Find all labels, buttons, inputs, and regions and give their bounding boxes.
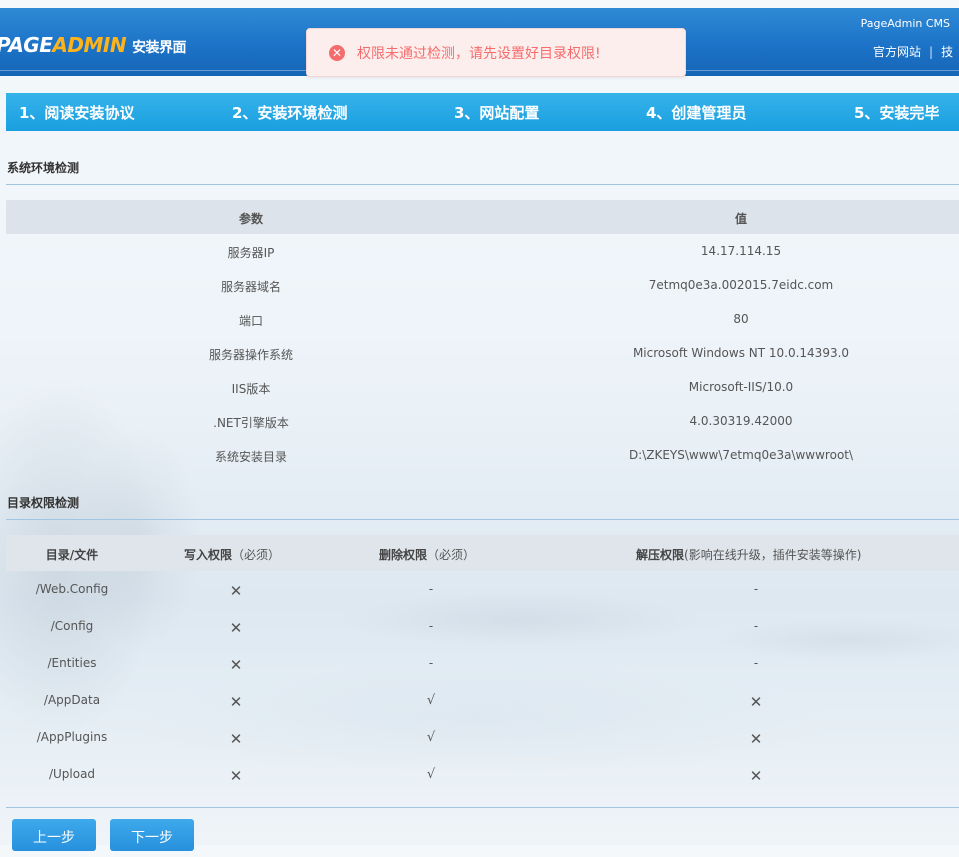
delete-status: - <box>428 582 434 596</box>
step-complete: 5、安装完毕 <box>854 104 940 122</box>
unzip-status: ✕ <box>749 693 763 711</box>
env-param: 服务器操作系统 <box>208 348 293 362</box>
toast-message: 权限未通过检测，请先设置好目录权限! <box>357 46 601 62</box>
logo-subtitle: 安装界面 <box>132 40 187 56</box>
tech-support-link[interactable]: 技 <box>941 45 953 59</box>
env-param: IIS版本 <box>231 382 271 396</box>
next-step-button[interactable]: 下一步 <box>110 819 194 851</box>
write-status: ✕ <box>229 767 243 785</box>
write-status: ✕ <box>229 582 243 600</box>
perm-path: /Entities <box>47 656 97 670</box>
cms-label: PageAdmin CMS <box>860 17 950 30</box>
perm-path: /Upload <box>48 767 96 781</box>
install-steps-bar: 1、阅读安装协议 2、安装环境检测 3、网站配置 4、创建管理员 5、安装完毕 <box>6 93 959 131</box>
perm-header-delete-label: 删除权限 <box>379 548 428 562</box>
env-value: Microsoft-IIS/10.0 <box>688 380 794 394</box>
table-row: /Web.Config ✕ - - <box>6 571 959 608</box>
env-param: .NET引擎版本 <box>213 416 289 430</box>
perm-header-path-label: 目录/文件 <box>45 548 99 562</box>
env-table-header: 参数 值 <box>6 200 959 234</box>
bottom-divider <box>6 807 959 808</box>
logo-admin-text: ADMIN <box>52 33 127 57</box>
step-env-check: 2、安装环境检测 <box>232 104 348 122</box>
perm-path: /AppData <box>43 693 101 707</box>
unzip-status: - <box>753 582 759 596</box>
delete-status: √ <box>426 693 436 708</box>
step-site-config: 3、网站配置 <box>454 104 540 122</box>
env-section-title: 系统环境检测 <box>7 161 80 175</box>
table-row: /AppPlugins ✕ √ ✕ <box>6 719 959 756</box>
table-row: 端口 80 <box>6 302 959 336</box>
unzip-status: - <box>753 656 759 670</box>
env-param: 服务器IP <box>227 246 275 260</box>
table-row: 系统安装目录 D:\ZKEYS\www\7etmq0e3a\wwwroot\ <box>6 438 959 472</box>
delete-status: √ <box>426 730 436 745</box>
env-param: 服务器域名 <box>220 280 281 294</box>
perm-section-divider <box>6 519 959 520</box>
unzip-status: ✕ <box>749 730 763 748</box>
env-value: 14.17.114.15 <box>700 244 782 258</box>
prev-step-button[interactable]: 上一步 <box>12 819 96 851</box>
link-separator: | <box>929 45 934 59</box>
table-row: /AppData ✕ √ ✕ <box>6 682 959 719</box>
env-value: 80 <box>733 312 749 326</box>
top-links: 官方网站 | 技 <box>873 43 953 60</box>
perm-header-write: 写入权限（必须） <box>184 546 280 563</box>
write-status: ✕ <box>229 693 243 711</box>
step-read-agreement: 1、阅读安装协议 <box>19 104 135 122</box>
perm-table-header: 目录/文件 写入权限（必须） 删除权限（必须） 解压权限(影响在线升级，插件安装… <box>6 535 959 571</box>
delete-status: - <box>428 656 434 670</box>
env-header-value: 值 <box>734 212 747 226</box>
perm-path: /AppPlugins <box>36 730 108 744</box>
table-row: /Upload ✕ √ ✕ <box>6 756 959 793</box>
perm-header-delete-note: （必须） <box>427 548 476 562</box>
env-value: 7etmq0e3a.002015.7eidc.com <box>648 278 834 292</box>
table-row: 服务器域名 7etmq0e3a.002015.7eidc.com <box>6 268 959 302</box>
write-status: ✕ <box>229 656 243 674</box>
table-row: /Config ✕ - - <box>6 608 959 645</box>
perm-path: /Config <box>50 619 94 633</box>
perm-header-delete: 删除权限（必须） <box>379 546 475 563</box>
write-status: ✕ <box>229 730 243 748</box>
perm-header-unzip-label: 解压权限 <box>636 548 685 562</box>
write-status: ✕ <box>229 619 243 637</box>
perm-header-unzip: 解压权限(影响在线升级，插件安装等操作) <box>636 546 861 563</box>
unzip-status: - <box>753 619 759 633</box>
unzip-status: ✕ <box>749 767 763 785</box>
logo: PAGEADMIN 安装界面 <box>0 33 187 57</box>
table-row: 服务器操作系统 Microsoft Windows NT 10.0.14393.… <box>6 336 959 370</box>
env-param: 端口 <box>238 314 263 328</box>
env-section-divider <box>6 184 959 185</box>
env-value: 4.0.30319.42000 <box>689 414 793 428</box>
table-row: /Entities ✕ - - <box>6 645 959 682</box>
error-toast: ✕ 权限未通过检测，请先设置好目录权限! <box>306 28 686 77</box>
perm-header-write-label: 写入权限 <box>184 548 233 562</box>
env-param: 系统安装目录 <box>214 450 287 464</box>
perm-section-title: 目录权限检测 <box>7 496 80 510</box>
env-value: D:\ZKEYS\www\7etmq0e3a\wwwroot\ <box>628 448 854 462</box>
logo-page-text: PAGE <box>0 33 53 57</box>
table-row: 服务器IP 14.17.114.15 <box>6 234 959 268</box>
perm-header-write-note: （必须） <box>232 548 281 562</box>
delete-status: - <box>428 619 434 633</box>
official-site-link[interactable]: 官方网站 <box>873 45 921 59</box>
perm-path: /Web.Config <box>35 582 109 596</box>
delete-status: √ <box>426 767 436 782</box>
table-row: IIS版本 Microsoft-IIS/10.0 <box>6 370 959 404</box>
env-value: Microsoft Windows NT 10.0.14393.0 <box>632 346 850 360</box>
env-header-param: 参数 <box>238 212 263 226</box>
perm-header-unzip-note: (影响在线升级，插件安装等操作) <box>684 548 862 562</box>
error-circle-icon: ✕ <box>329 45 345 61</box>
step-create-admin: 4、创建管理员 <box>646 104 747 122</box>
table-row: .NET引擎版本 4.0.30319.42000 <box>6 404 959 438</box>
perm-header-path: 目录/文件 <box>6 546 138 563</box>
